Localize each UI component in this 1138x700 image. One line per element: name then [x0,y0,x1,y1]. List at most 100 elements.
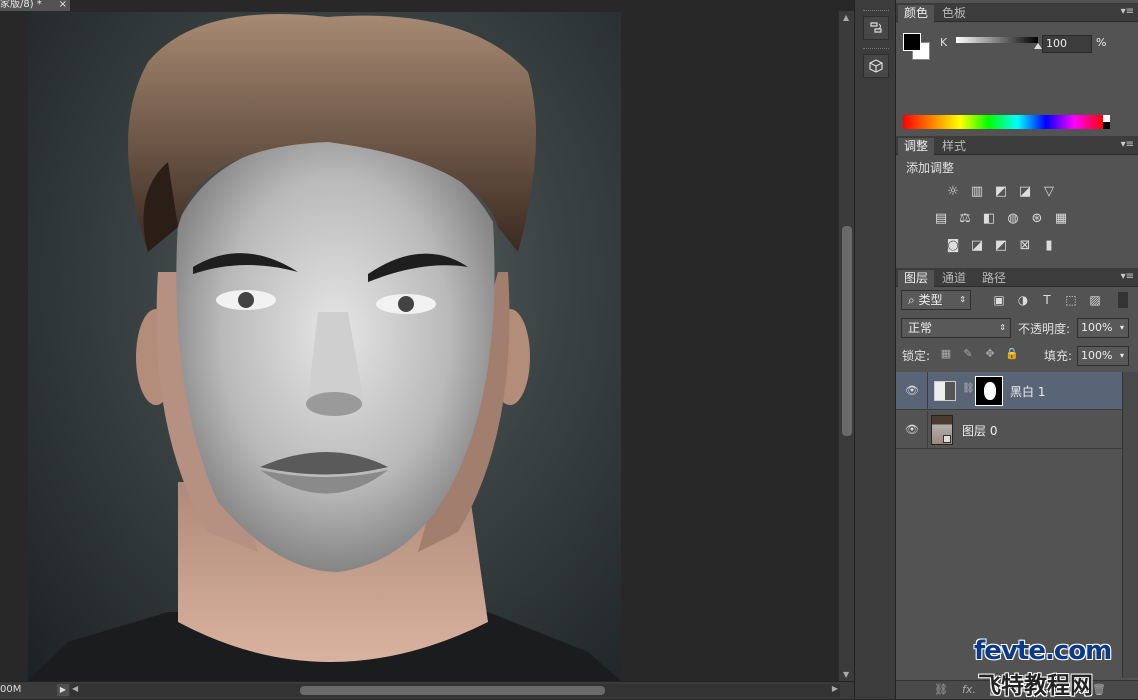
status-bar: 00M ▶ ◀ ▶ [0,681,854,699]
panel-menu-icon[interactable]: ▾≡ [1121,139,1134,150]
horizontal-scrollbar[interactable]: ◀ ▶ [70,684,840,697]
right-panels: 颜色 色板 ▾≡ K 100 % 调整 样式 ▾≡ 添加调整 ☼ ▥ ◩ ◪ ▽… [896,0,1138,699]
curves-icon[interactable]: ◩ [993,184,1009,200]
tab-paths[interactable]: 路径 [976,270,1012,287]
document-tab[interactable]: 家版/8) * × [0,0,70,11]
history-icon[interactable] [863,16,889,40]
exposure-icon[interactable]: ◪ [1017,184,1033,200]
blend-mode-value: 正常 [908,321,933,335]
brightness-icon[interactable]: ☼ [945,184,961,200]
tab-swatches[interactable]: 色板 [936,5,972,22]
scroll-up-icon[interactable]: ▲ [843,13,849,22]
lock-all-icon[interactable]: 🔒 [1005,347,1019,361]
dock-grip[interactable] [863,48,889,51]
link-icon[interactable]: ⛓ [934,683,948,696]
slider-handle-icon[interactable] [1034,43,1042,49]
foreground-color-swatch[interactable] [903,33,921,51]
panel-menu-icon[interactable]: ▾≡ [1121,6,1134,17]
threshold-icon[interactable]: ◩ [993,238,1009,254]
chevron-down-icon[interactable]: ▾ [1120,347,1124,365]
tab-styles[interactable]: 样式 [936,138,972,155]
layer-row[interactable]: 👁 ⛓ 黑白 1 [896,372,1122,410]
photo-filter-icon[interactable]: ◍ [1005,211,1021,227]
eye-icon[interactable]: 👁 [905,384,919,397]
filter-toggle[interactable] [1118,292,1128,308]
levels-icon[interactable]: ▥ [969,184,985,200]
lock-brush-icon[interactable]: ✎ [961,347,975,361]
play-icon[interactable]: ▶ [57,684,69,696]
tab-layers[interactable]: 图层 [898,270,935,287]
horizontal-scroll-thumb[interactable] [300,686,605,695]
pixel-filter-icon[interactable]: ▣ [991,292,1007,308]
k-channel-label: K [940,36,948,49]
layer-mask-thumbnail[interactable] [975,376,1003,406]
gradient-map-icon[interactable]: ▮ [1041,238,1057,254]
shape-filter-icon[interactable]: ⬚ [1063,292,1079,308]
vertical-scrollbar[interactable]: ▲ ▼ [838,11,854,681]
fill-input[interactable]: 100% ▾ [1077,346,1129,366]
search-icon: ⌕ [908,293,919,307]
zoom-readout[interactable]: 00M [0,684,21,695]
k-channel-unit: % [1096,36,1107,49]
3d-icon[interactable] [863,54,889,78]
scroll-down-icon[interactable]: ▼ [843,670,849,679]
chevron-updown-icon: ⇕ [999,323,1006,332]
opacity-label: 不透明度: [1018,322,1071,336]
link-icon[interactable]: ⛓ [962,383,975,394]
tab-channels[interactable]: 通道 [936,270,972,287]
color-balance-icon[interactable]: ⚖ [957,211,973,227]
watermark: fevte.com 飞特教程网 [974,636,1138,699]
tab-adjustments[interactable]: 调整 [898,138,935,155]
k-channel-slider[interactable] [956,37,1042,49]
layers-panel-header: 图层 通道 路径 ▾≡ [896,268,1138,287]
chevron-down-icon[interactable]: ▾ [1120,319,1124,337]
layer-filter-select[interactable]: ⌕ 类型 ⇕ [901,290,971,310]
document-tab-title: 家版/8) * [0,0,42,10]
layer-row[interactable]: 👁 图层 0 [896,411,1122,449]
adjustment-filter-icon[interactable]: ◑ [1015,292,1031,308]
dock-grip[interactable] [863,10,889,13]
smart-object-icon [943,435,951,443]
watermark-site-name: 飞特教程网 [978,673,1093,699]
vibrance-icon[interactable]: ▽ [1041,184,1057,200]
black-white-icon[interactable]: ◧ [981,211,997,227]
blend-mode-select[interactable]: 正常 ⇕ [901,318,1011,338]
portrait-photo[interactable] [28,12,621,681]
chevron-updown-icon: ⇕ [959,295,966,304]
panel-dock [854,0,896,699]
scroll-right-icon[interactable]: ▶ [832,684,838,693]
layers-scrollbar[interactable] [1122,372,1138,678]
selective-color-icon[interactable]: ⊠ [1017,238,1033,254]
hue-saturation-icon[interactable]: ▤ [933,211,949,227]
posterize-icon[interactable]: ◪ [969,238,985,254]
fill-value: 100% [1081,349,1113,362]
color-lookup-icon[interactable]: ▦ [1053,211,1069,227]
invert-icon[interactable]: ◙ [945,238,961,254]
lock-position-icon[interactable]: ✥ [983,347,997,361]
smart-object-filter-icon[interactable]: ▨ [1087,292,1103,308]
black-white-ramp[interactable] [1103,115,1110,129]
portrait-image [28,14,621,681]
layer-name[interactable]: 黑白 1 [1010,383,1045,400]
layer-thumbnail[interactable] [931,415,953,445]
eye-icon[interactable]: 👁 [905,423,919,436]
layer-filter-label: 类型 [918,293,943,307]
lock-transparency-icon[interactable]: ▦ [939,347,953,361]
watermark-url: fevte.com [974,636,1112,666]
tab-color[interactable]: 颜色 [898,5,935,22]
close-icon[interactable]: × [59,0,67,10]
lock-label: 锁定: [902,349,931,363]
scroll-left-icon[interactable]: ◀ [72,684,78,693]
k-channel-value-input[interactable]: 100 [1042,35,1092,53]
opacity-value: 100% [1081,321,1113,334]
opacity-input[interactable]: 100% ▾ [1077,318,1129,338]
panel-menu-icon[interactable]: ▾≡ [1121,271,1134,282]
type-filter-icon[interactable]: T [1039,292,1055,308]
layer-name[interactable]: 图层 0 [962,422,997,439]
adjustments-panel-header: 调整 样式 ▾≡ [896,136,1138,155]
color-spectrum-ramp[interactable] [903,115,1110,129]
vertical-scroll-thumb[interactable] [842,226,852,436]
add-adjustment-title: 添加调整 [906,161,955,175]
fill-label: 填充: [1044,349,1073,363]
channel-mixer-icon[interactable]: ⊛ [1029,211,1045,227]
